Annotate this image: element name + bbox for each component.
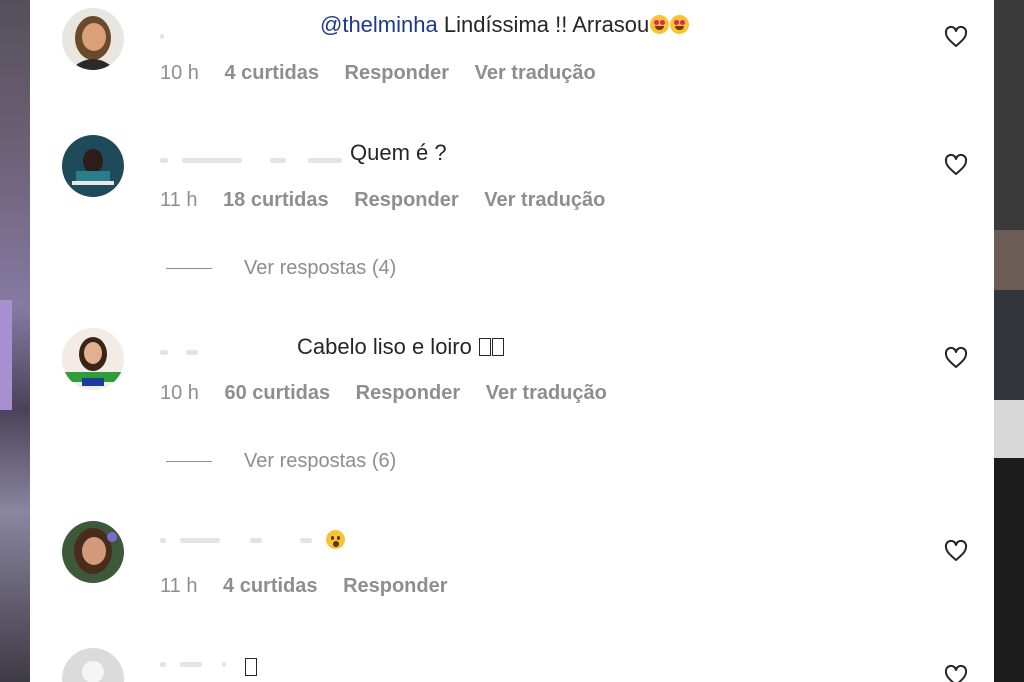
heart-eyes-emoji [670,15,690,34]
avatar[interactable] [62,328,124,390]
avatar[interactable] [62,648,124,682]
comment-text: @thelminha Lindíssima !! Arrasou [320,12,690,38]
likes-count[interactable]: 4 curtidas [223,575,317,597]
likes-count[interactable]: 60 curtidas [225,382,331,404]
reply-button[interactable]: Responder [343,575,447,597]
translate-button[interactable]: Ver tradução [484,189,605,211]
heart-icon[interactable] [944,664,968,682]
view-replies-label: Ver respostas (4) [244,257,397,279]
avatar[interactable] [62,135,124,197]
reply-button[interactable]: Responder [345,62,449,84]
comment-text: Quem é ? [350,140,447,165]
reply-button[interactable]: Responder [356,382,460,404]
missing-glyph-icon [245,658,257,676]
replies-divider [166,268,212,270]
reply-button[interactable]: Responder [354,189,458,211]
comment-time: 10 h [160,382,199,404]
comment-body: Lindíssima !! Arrasou [437,12,650,37]
likes-count[interactable]: 4 curtidas [225,62,319,84]
background-right-edge [994,0,1024,682]
comment-time: 10 h [160,62,199,84]
heart-icon[interactable] [944,25,968,49]
heart-icon[interactable] [944,539,968,563]
avatar[interactable] [62,8,124,70]
missing-glyph-icon [492,338,504,356]
comment-meta: 10 h 60 curtidas Responder Ver tradução [160,382,627,405]
heart-icon[interactable] [944,346,968,370]
likes-count[interactable]: 18 curtidas [223,189,329,211]
comments-panel: @thelminha Lindíssima !! Arrasou 10 h 4 … [30,0,994,682]
view-replies-label: Ver respostas (6) [244,450,397,472]
view-replies-button[interactable]: Ver respostas (4) [166,257,396,280]
comment-meta: 11 h 4 curtidas Responder [160,575,468,598]
comment-text [244,654,257,680]
astonished-emoji [326,530,345,549]
mention-link[interactable]: @thelminha [320,12,438,37]
comment-meta: 11 h 18 curtidas Responder Ver tradução [160,189,625,212]
translate-button[interactable]: Ver tradução [486,382,607,404]
avatar[interactable] [62,521,124,583]
heart-icon[interactable] [944,153,968,177]
replies-divider [166,461,212,463]
missing-glyph-icon [479,338,491,356]
comment-text: Cabelo liso e loiro [297,334,504,360]
comment-body: Cabelo liso e loiro [297,334,472,359]
translate-button[interactable]: Ver tradução [475,62,596,84]
background-left-edge [0,0,30,682]
comment-meta: 10 h 4 curtidas Responder Ver tradução [160,62,616,85]
heart-eyes-emoji [650,15,670,34]
view-replies-button[interactable]: Ver respostas (6) [166,450,396,473]
comment-time: 11 h [160,189,198,211]
comment-time: 11 h [160,575,198,597]
comment-text [325,527,345,553]
